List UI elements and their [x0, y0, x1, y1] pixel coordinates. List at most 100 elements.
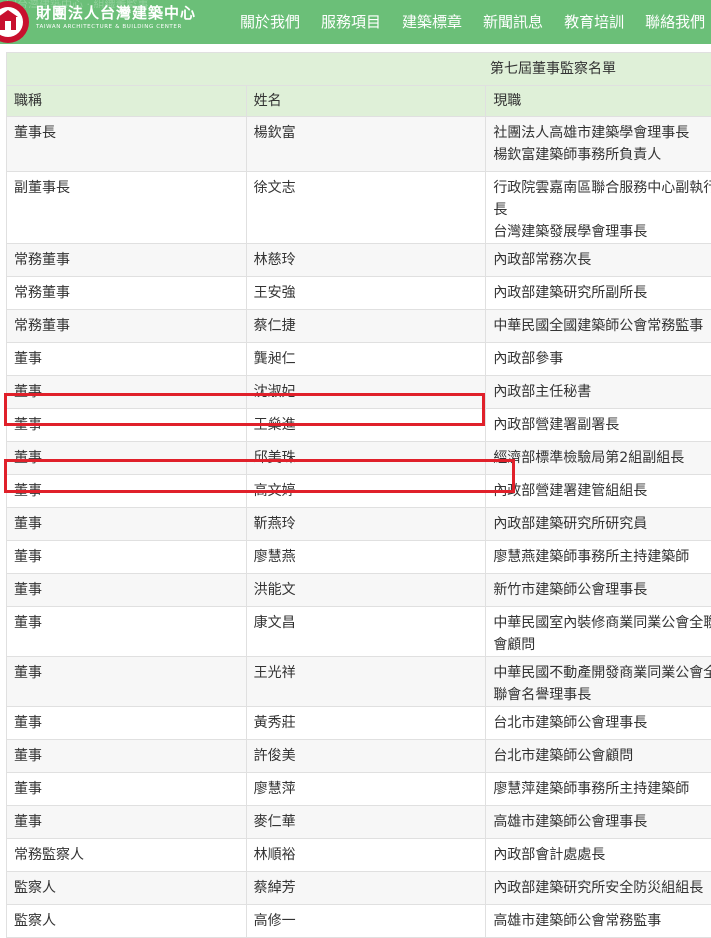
table-row: 董事康文昌中華民國室內裝修商業同業公會全聯會顧問 [7, 607, 711, 657]
member-name-cell: 許俊美 [246, 740, 486, 773]
member-position-line: 高雄市建築師公會理事長 [493, 811, 711, 833]
member-position-line: 中華民國不動產開發商業同業公會全聯會名譽理事長 [493, 662, 711, 706]
member-position-cell: 社團法人高雄市建築學會理事長楊欽富建築師事務所負責人 [486, 117, 711, 172]
member-position-line: 行政院雲嘉南區聯合服務中心副執行長 [493, 177, 711, 221]
member-position-cell: 內政部參事 [486, 343, 711, 376]
member-position-line: 內政部會計處處長 [493, 844, 711, 866]
nav-item-training[interactable]: 教育培訓 [564, 0, 624, 44]
member-position-cell: 廖慧燕建築師事務所主持建築師 [486, 541, 711, 574]
table-row: 常務監察人林順裕內政部會計處處長 [7, 839, 711, 872]
member-title-cell: 董事 [7, 707, 247, 740]
table-row: 董事高文婷內政部營建署建管組組長 [7, 475, 711, 508]
member-position-line: 台灣建築發展學會理事長 [493, 221, 711, 243]
member-title-cell: 監察人 [7, 872, 247, 905]
member-name-cell: 沈淑妃 [246, 376, 486, 409]
member-title-cell: 董事 [7, 574, 247, 607]
table-row: 董事王燊進內政部營建署副署長 [7, 409, 711, 442]
member-title-cell: 董事 [7, 740, 247, 773]
member-position-line: 內政部建築研究所研究員 [493, 513, 711, 535]
nav-item-services[interactable]: 服務項目 [321, 0, 381, 44]
member-position-line: 內政部營建署建管組組長 [493, 480, 711, 502]
member-position-line: 台北市建築師公會顧問 [493, 745, 711, 767]
member-title-cell: 董事 [7, 806, 247, 839]
logo-name-en: TAIWAN ARCHITECTURE & BUILDING CENTER [36, 22, 196, 32]
member-position-cell: 內政部常務次長 [486, 244, 711, 277]
table-row: 董事沈淑妃內政部主任秘書 [7, 376, 711, 409]
table-row: 董事廖慧萍廖慧萍建築師事務所主持建築師 [7, 773, 711, 806]
member-position-cell: 內政部營建署副署長 [486, 409, 711, 442]
table-row: 董事洪能文新竹市建築師公會理事長 [7, 574, 711, 607]
member-position-cell: 行政院雲嘉南區聯合服務中心副執行長台灣建築發展學會理事長 [486, 172, 711, 244]
table-row: 董事麥仁華高雄市建築師公會理事長 [7, 806, 711, 839]
table-row: 監察人蔡綽芳內政部建築研究所安全防災組組長 [7, 872, 711, 905]
member-name-cell: 王燊進 [246, 409, 486, 442]
member-position-cell: 內政部營建署建管組組長 [486, 475, 711, 508]
member-position-line: 楊欽富建築師事務所負責人 [493, 144, 711, 166]
table-row: 董事靳燕玲內政部建築研究所研究員 [7, 508, 711, 541]
member-title-cell: 常務監察人 [7, 839, 247, 872]
site-logo[interactable]: 財團法人台灣建築中心 TAIWAN ARCHITECTURE & BUILDIN… [36, 4, 196, 32]
table-row: 董事邱美珠經濟部標準檢驗局第2組副組長 [7, 442, 711, 475]
member-name-cell: 蔡仁捷 [246, 310, 486, 343]
member-title-cell: 監察人 [7, 905, 247, 938]
table-row: 董事龔昶仁內政部參事 [7, 343, 711, 376]
member-position-line: 內政部常務次長 [493, 249, 711, 271]
member-position-cell: 台北市建築師公會顧問 [486, 740, 711, 773]
table-body: 董事長楊欽富社團法人高雄市建築學會理事長楊欽富建築師事務所負責人副董事長徐文志行… [7, 117, 711, 938]
table-row: 董事黃秀莊台北市建築師公會理事長 [7, 707, 711, 740]
member-name-cell: 楊欽富 [246, 117, 486, 172]
table-row: 董事廖慧燕廖慧燕建築師事務所主持建築師 [7, 541, 711, 574]
member-position-cell: 新竹市建築師公會理事長 [486, 574, 711, 607]
table-row: 董事長楊欽富社團法人高雄市建築學會理事長楊欽富建築師事務所負責人 [7, 117, 711, 172]
table-row: 常務董事林慈玲內政部常務次長 [7, 244, 711, 277]
member-title-cell: 董事 [7, 541, 247, 574]
nav-item-news[interactable]: 新聞訊息 [483, 0, 543, 44]
member-name-cell: 徐文志 [246, 172, 486, 244]
member-name-cell: 洪能文 [246, 574, 486, 607]
member-title-cell: 常務董事 [7, 244, 247, 277]
member-position-line: 內政部建築研究所副所長 [493, 282, 711, 304]
member-title-cell: 董事長 [7, 117, 247, 172]
member-position-line: 廖慧燕建築師事務所主持建築師 [493, 546, 711, 568]
member-position-cell: 廖慧萍建築師事務所主持建築師 [486, 773, 711, 806]
member-position-cell: 高雄市建築師公會常務監事 [486, 905, 711, 938]
member-position-line: 社團法人高雄市建築學會理事長 [493, 122, 711, 144]
member-position-line: 內政部營建署副署長 [493, 414, 711, 436]
member-title-cell: 董事 [7, 508, 247, 541]
nav-item-labels[interactable]: 建築標章 [402, 0, 462, 44]
table-row: 常務董事蔡仁捷中華民國全國建築師公會常務監事 [7, 310, 711, 343]
member-position-line: 新竹市建築師公會理事長 [493, 579, 711, 601]
column-header-position: 現職 [486, 86, 711, 117]
table-row: 董事王光祥中華民國不動產開發商業同業公會全聯會名譽理事長 [7, 657, 711, 707]
member-position-cell: 內政部會計處處長 [486, 839, 711, 872]
member-name-cell: 黃秀莊 [246, 707, 486, 740]
member-name-cell: 王安強 [246, 277, 486, 310]
member-position-cell: 經濟部標準檢驗局第2組副組長 [486, 442, 711, 475]
member-name-cell: 高修一 [246, 905, 486, 938]
logo-seal-icon[interactable] [0, 0, 32, 44]
member-position-cell: 中華民國室內裝修商業同業公會全聯會顧問 [486, 607, 711, 657]
member-position-cell: 中華民國全國建築師公會常務監事 [486, 310, 711, 343]
member-title-cell: 常務董事 [7, 277, 247, 310]
member-position-cell: 內政部建築研究所安全防災組組長 [486, 872, 711, 905]
table-row: 董事許俊美台北市建築師公會顧問 [7, 740, 711, 773]
member-name-cell: 廖慧燕 [246, 541, 486, 574]
member-title-cell: 董事 [7, 773, 247, 806]
member-title-cell: 董事 [7, 376, 247, 409]
member-title-cell: 董事 [7, 409, 247, 442]
member-name-cell: 王光祥 [246, 657, 486, 707]
site-header: 回台灣建築中心 · 組織董監事 財團法人台灣建築中心 TAIWAN ARCHIT… [0, 0, 711, 44]
member-name-cell: 林順裕 [246, 839, 486, 872]
nav-item-contact[interactable]: 聯絡我們 [645, 0, 705, 44]
member-position-line: 內政部主任秘書 [493, 381, 711, 403]
nav-item-about[interactable]: 關於我們 [240, 0, 300, 44]
member-title-cell: 董事 [7, 442, 247, 475]
board-members-table: 第七屆董事監察名單 職稱 姓名 現職 董事長楊欽富社團法人高雄市建築學會理事長楊… [6, 52, 711, 938]
table-row: 常務董事王安強內政部建築研究所副所長 [7, 277, 711, 310]
member-title-cell: 常務董事 [7, 310, 247, 343]
member-name-cell: 龔昶仁 [246, 343, 486, 376]
member-position-line: 經濟部標準檢驗局第2組副組長 [493, 447, 711, 469]
member-position-cell: 高雄市建築師公會理事長 [486, 806, 711, 839]
member-title-cell: 董事 [7, 657, 247, 707]
member-position-line: 內政部參事 [493, 348, 711, 370]
